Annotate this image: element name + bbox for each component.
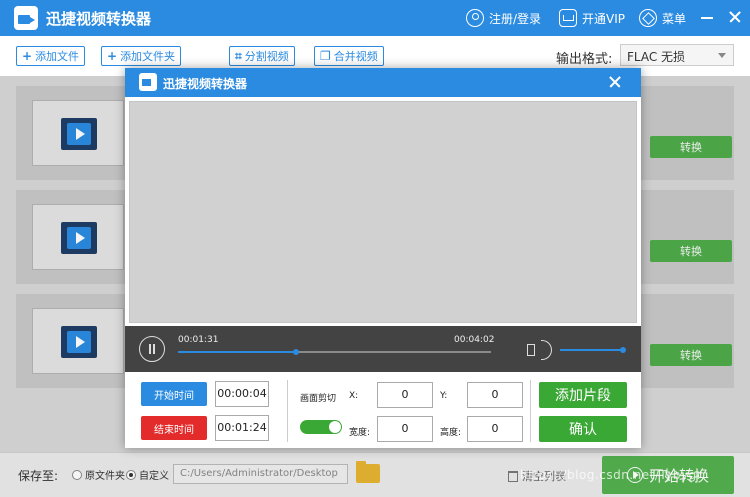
split-video-label: 分割视频	[244, 50, 289, 63]
add-file-label: 添加文件	[35, 50, 80, 63]
confirm-button[interactable]: 确认	[539, 416, 627, 442]
plus-icon: +	[107, 49, 118, 63]
output-format-value: FLAC 无损	[627, 50, 686, 64]
app-logo-icon	[14, 6, 38, 30]
crop-icon: ⌗	[235, 48, 242, 63]
height-label: 高度:	[440, 428, 462, 438]
y-label: Y:	[440, 391, 448, 401]
width-label: 宽度:	[349, 428, 371, 438]
split-video-button[interactable]: ⌗ 分割视频	[229, 46, 295, 66]
title-bar: 迅捷视频转换器 注册/登录 开通VIP 菜单	[0, 0, 750, 36]
end-time-field[interactable]: 00:01:24	[215, 415, 269, 441]
start-time-field[interactable]: 00:00:04	[215, 381, 269, 407]
vip-button[interactable]: 开通VIP	[559, 8, 625, 28]
height-field[interactable]: 0	[467, 416, 523, 442]
current-time: 00:01:31	[178, 335, 219, 345]
player-controls: 00:01:31 00:04:02	[125, 326, 641, 372]
video-preview	[129, 101, 637, 323]
window-close-icon[interactable]	[724, 6, 746, 28]
menu-button[interactable]: 菜单	[639, 8, 686, 28]
menu-label: 菜单	[662, 11, 687, 26]
user-icon	[466, 9, 484, 27]
merge-video-label: 合并视频	[333, 50, 378, 63]
add-folder-label: 添加文件夹	[120, 50, 176, 63]
start-time-button[interactable]: 开始时间	[141, 382, 207, 406]
add-segment-button[interactable]: 添加片段	[539, 382, 627, 408]
merge-video-button[interactable]: ❐ 合并视频	[314, 46, 384, 66]
login-label: 注册/登录	[489, 11, 542, 26]
volume-handle[interactable]	[620, 347, 626, 353]
cart-icon	[559, 9, 577, 27]
cut-settings-panel: 开始时间 00:00:04 结束时间 00:01:24 画面剪切 X: 0 Y:…	[125, 372, 641, 448]
minimize-icon[interactable]	[696, 6, 718, 28]
divider	[530, 380, 531, 442]
crop-label: 画面剪切	[300, 394, 337, 404]
progress-slider[interactable]	[178, 349, 491, 355]
end-time-button[interactable]: 结束时间	[141, 416, 207, 440]
layers-icon	[639, 9, 657, 27]
split-video-dialog: 迅捷视频转换器 00:01:31 00:04:02 开始时间 00:00:04 …	[125, 68, 641, 448]
output-format-select[interactable]: FLAC 无损	[620, 44, 734, 66]
pause-icon[interactable]	[139, 336, 165, 362]
add-folder-button[interactable]: + 添加文件夹	[101, 46, 182, 66]
crop-toggle[interactable]	[300, 420, 342, 434]
watermark-text: https://blog.csdn.net/Tybygr	[520, 468, 703, 482]
merge-icon: ❐	[320, 49, 331, 63]
total-time: 00:04:02	[454, 335, 495, 345]
login-button[interactable]: 注册/登录	[466, 8, 541, 28]
app-logo-icon	[139, 73, 157, 91]
dialog-close-icon[interactable]	[607, 74, 623, 90]
divider	[287, 380, 288, 442]
plus-icon: +	[22, 49, 33, 63]
width-field[interactable]: 0	[377, 416, 433, 442]
dialog-title: 迅捷视频转换器	[163, 77, 248, 91]
x-label: X:	[349, 391, 359, 401]
progress-handle[interactable]	[292, 349, 299, 355]
x-field[interactable]: 0	[377, 382, 433, 408]
volume-icon[interactable]	[525, 338, 555, 362]
dialog-title-bar: 迅捷视频转换器	[125, 68, 641, 97]
volume-slider[interactable]	[560, 347, 626, 353]
y-field[interactable]: 0	[467, 382, 523, 408]
add-file-button[interactable]: + 添加文件	[16, 46, 86, 66]
output-format-label: 输出格式:	[556, 52, 613, 67]
progress-fill	[178, 351, 296, 353]
vip-label: 开通VIP	[582, 11, 625, 26]
app-title: 迅捷视频转换器	[46, 10, 152, 28]
